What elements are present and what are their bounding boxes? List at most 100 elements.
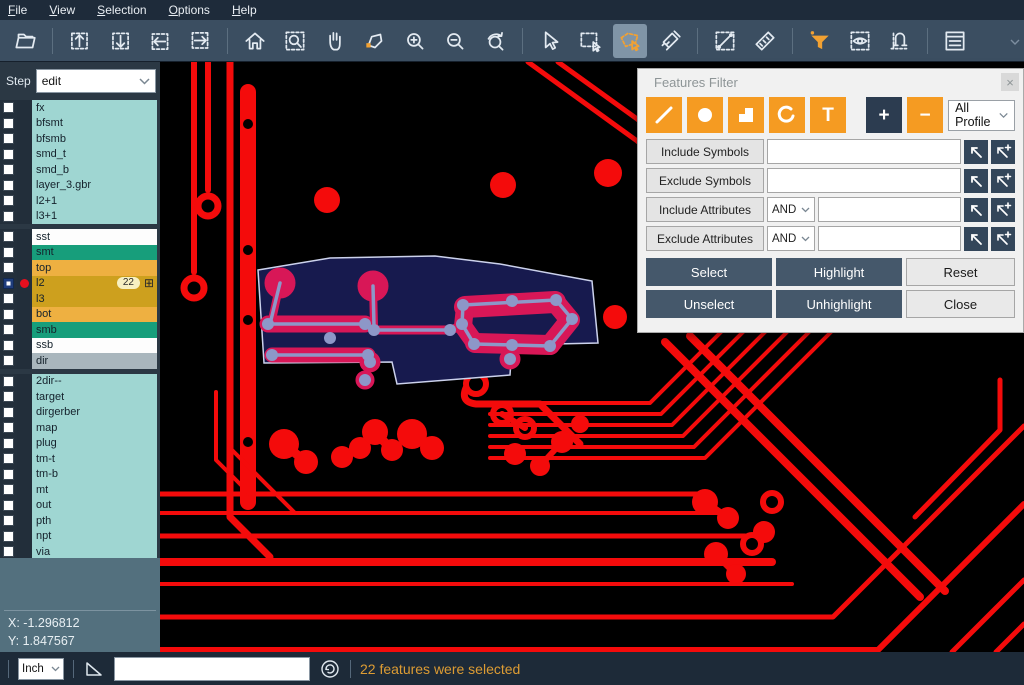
layer-row-smb[interactable]: smb [0,322,160,338]
layer-row-l2[interactable]: l222⊞ [0,276,160,292]
dialog-title-bar[interactable]: Features Filter × [638,69,1023,93]
pan-left-icon[interactable] [143,24,177,58]
layer-visibility-checkbox[interactable] [3,278,14,289]
layer-row-map[interactable]: map [0,420,160,436]
layer-name[interactable]: dir [32,353,157,369]
layer-row-pth[interactable]: pth [0,513,160,529]
layer-name[interactable]: 2dir-- [32,374,157,390]
layer-row-dir[interactable]: dir [0,353,160,369]
layer-row-smt[interactable]: smt [0,245,160,261]
profile-dropdown[interactable]: All Profile [948,100,1015,131]
arc-filter-icon[interactable] [769,97,805,133]
layer-visibility-checkbox[interactable] [3,484,14,495]
layer-name[interactable]: fx [32,100,157,116]
layer-row-sst[interactable]: sst [0,229,160,245]
layer-row-ssb[interactable]: ssb [0,338,160,354]
layer-row-mt[interactable]: mt [0,482,160,498]
layer-visibility-checkbox[interactable] [3,211,14,222]
layer-name[interactable]: mt [32,482,157,498]
layer-name[interactable]: out [32,498,157,514]
home-view-icon[interactable] [238,24,272,58]
layer-row-layer_3[interactable]: layer_3.gbr [0,178,160,194]
pan-up-icon[interactable] [63,24,97,58]
layer-row-bot[interactable]: bot [0,307,160,323]
menu-view[interactable]: View [49,3,75,17]
pick-symbol-add-icon[interactable] [991,169,1015,193]
layer-name[interactable]: layer_3.gbr [32,178,157,194]
include-symbols-button[interactable]: Include Symbols [646,139,764,164]
include-symbols-input[interactable] [767,139,961,164]
layer-name[interactable]: npt [32,529,157,545]
measure-ruler-icon[interactable] [748,24,782,58]
layer-row-target[interactable]: target [0,389,160,405]
view-options-icon[interactable] [843,24,877,58]
layer-visibility-checkbox[interactable] [3,102,14,113]
layer-name[interactable]: ssb [32,338,157,354]
layer-row-smd_t[interactable]: smd_t [0,147,160,163]
layer-name[interactable]: plug [32,436,157,452]
layer-visibility-checkbox[interactable] [3,391,14,402]
exclude-symbols-button[interactable]: Exclude Symbols [646,168,764,193]
layer-row-out[interactable]: out [0,498,160,514]
layer-visibility-checkbox[interactable] [3,247,14,258]
layer-name[interactable]: smb [32,322,157,338]
select-rectangle-icon[interactable] [573,24,607,58]
layer-visibility-checkbox[interactable] [3,180,14,191]
layer-visibility-checkbox[interactable] [3,453,14,464]
menu-file[interactable]: File [8,3,27,17]
layer-visibility-checkbox[interactable] [3,324,14,335]
layer-visibility-checkbox[interactable] [3,355,14,366]
layer-row-bfsmt[interactable]: bfsmt [0,116,160,132]
layer-name[interactable]: pth [32,513,157,529]
reset-button[interactable]: Reset [906,258,1015,286]
pick-symbol-icon[interactable] [964,169,988,193]
layer-visibility-checkbox[interactable] [3,515,14,526]
pick-attribute-icon[interactable] [964,227,988,251]
layer-visibility-checkbox[interactable] [3,195,14,206]
layer-visibility-checkbox[interactable] [3,407,14,418]
menu-options[interactable]: Options [169,3,210,17]
layer-visibility-checkbox[interactable] [3,309,14,320]
open-folder-icon[interactable] [8,24,42,58]
pan-down-icon[interactable] [103,24,137,58]
features-filter-icon[interactable] [803,24,837,58]
layer-row-bfsmb[interactable]: bfsmb [0,131,160,147]
layer-row-top[interactable]: top [0,260,160,276]
pad-filter-icon[interactable] [687,97,723,133]
layer-visibility-checkbox[interactable] [3,262,14,273]
zoom-polygon-icon[interactable] [358,24,392,58]
exclude-attributes-input[interactable] [818,226,961,251]
toolbar-overflow-chevron[interactable] [1010,32,1020,50]
layer-visibility-checkbox[interactable] [3,231,14,242]
pick-attribute-add-icon[interactable] [991,198,1015,222]
layer-visibility-checkbox[interactable] [3,500,14,511]
view-previous-icon[interactable] [478,24,512,58]
select-arrow-icon[interactable] [533,24,567,58]
line-filter-icon[interactable] [646,97,682,133]
include-attributes-operator-dropdown[interactable]: AND [767,197,815,222]
exclude-attributes-button[interactable]: Exclude Attributes [646,226,764,251]
pick-symbol-add-icon[interactable] [991,140,1015,164]
include-attributes-button[interactable]: Include Attributes [646,197,764,222]
layer-visibility-checkbox[interactable] [3,546,14,557]
layer-name[interactable]: tm-b [32,467,157,483]
exclude-attributes-operator-dropdown[interactable]: AND [767,226,815,251]
layer-row-l2plus1[interactable]: l2+1 [0,193,160,209]
layer-row-smd_b[interactable]: smd_b [0,162,160,178]
layer-row-plug[interactable]: plug [0,436,160,452]
layer-name[interactable]: target [32,389,157,405]
layer-name[interactable]: smd_b [32,162,157,178]
include-attributes-input[interactable] [818,197,961,222]
layer-row-fx[interactable]: fx [0,100,160,116]
surface-filter-icon[interactable] [728,97,764,133]
pan-right-icon[interactable] [183,24,217,58]
refresh-icon[interactable] [319,658,341,680]
layer-name[interactable]: l3 [32,291,157,307]
clear-brush-icon[interactable] [653,24,687,58]
select-button[interactable]: Select [646,258,772,286]
layer-row-l3plus1[interactable]: l3+1 [0,209,160,225]
layer-name[interactable]: map [32,420,157,436]
zoom-out-icon[interactable] [438,24,472,58]
pick-symbol-icon[interactable] [964,140,988,164]
snap-mode-icon[interactable] [883,24,917,58]
